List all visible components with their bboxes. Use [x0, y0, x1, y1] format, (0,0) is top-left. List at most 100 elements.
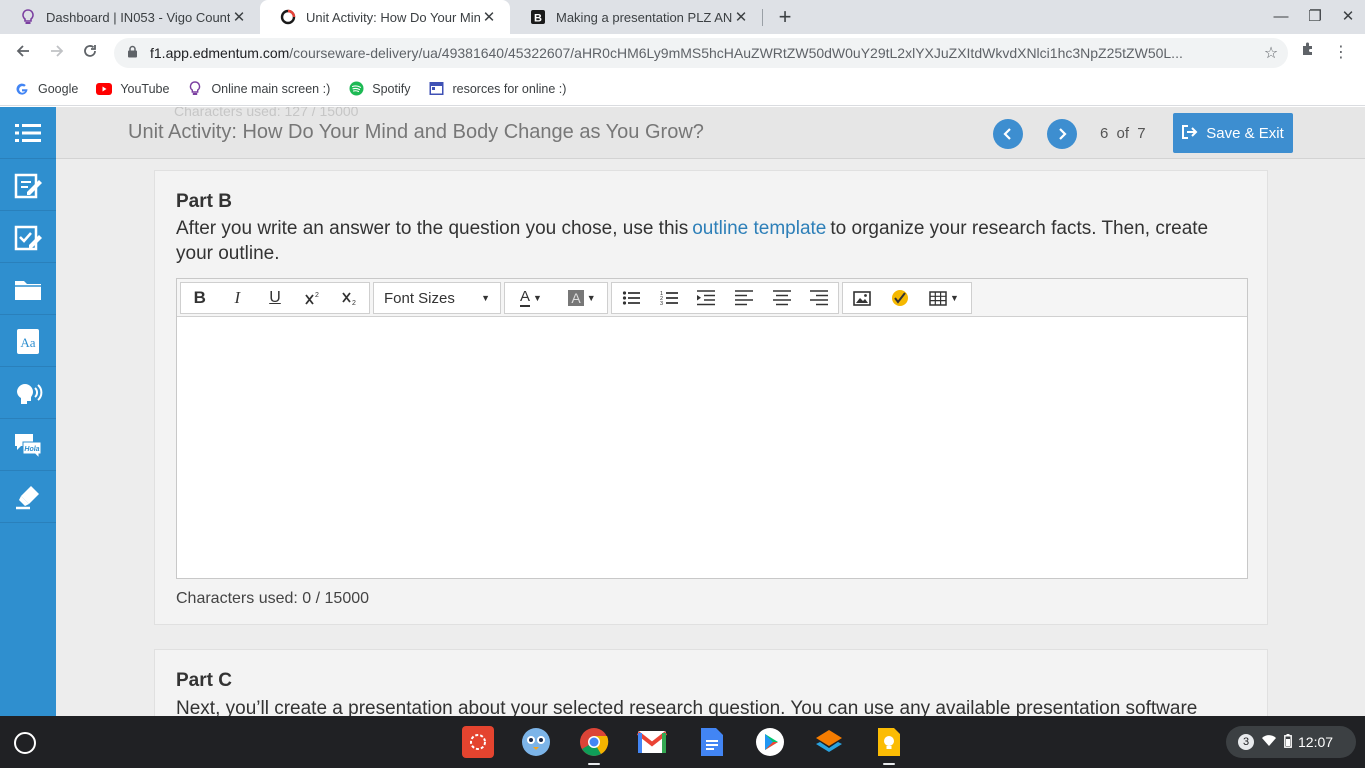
- next-button[interactable]: [1047, 119, 1077, 149]
- gmail-app-icon[interactable]: [636, 726, 668, 758]
- os-shelf: 3 12:07: [0, 716, 1365, 768]
- window-close-icon[interactable]: ✕: [1337, 6, 1359, 28]
- save-exit-button[interactable]: Save & Exit: [1173, 113, 1293, 153]
- launcher-icon[interactable]: [14, 732, 36, 754]
- close-icon[interactable]: ✕: [732, 8, 750, 26]
- align-right-button[interactable]: [800, 283, 838, 313]
- tab-brainly[interactable]: B Making a presentation PLZ ANSWER ✕: [510, 0, 762, 34]
- tab-strip: Dashboard | IN053 - Vigo County ✕ Unit A…: [0, 0, 1365, 34]
- canvas-app-icon[interactable]: [462, 726, 494, 758]
- keep-app-icon[interactable]: [873, 726, 905, 765]
- equation-editor-button[interactable]: [881, 283, 919, 313]
- bookmark-label: resorces for online :): [452, 81, 567, 96]
- page-of: of: [1116, 125, 1130, 142]
- svg-text:3: 3: [660, 301, 663, 306]
- bookmark-google[interactable]: Google: [14, 81, 78, 97]
- checklist-icon[interactable]: [0, 211, 56, 263]
- numbered-list-button[interactable]: 123: [650, 283, 688, 313]
- extensions-icon[interactable]: [1295, 40, 1321, 66]
- bullet-list-icon: [622, 291, 640, 305]
- equation-icon: [892, 290, 908, 306]
- svg-text:Hola: Hola: [24, 446, 39, 453]
- previous-button[interactable]: [993, 119, 1023, 149]
- restore-icon[interactable]: ❐: [1304, 6, 1326, 28]
- indent-icon: [697, 290, 716, 306]
- svg-text:B: B: [534, 13, 542, 25]
- back-icon[interactable]: [10, 40, 36, 66]
- paragraph-group: 123: [611, 282, 839, 314]
- tab-unit-activity[interactable]: Unit Activity: How Do Your Mind and Body…: [260, 0, 510, 34]
- superscript-button[interactable]: 2: [294, 283, 332, 313]
- url-host: f1.app.edmentum.com: [150, 45, 290, 61]
- svg-text:2: 2: [315, 292, 319, 299]
- dictionary-icon[interactable]: Aa: [0, 315, 56, 367]
- bold-button[interactable]: B: [181, 283, 219, 313]
- insert-group: ▼: [842, 282, 972, 314]
- page-current: 6: [1100, 125, 1109, 142]
- underline-button[interactable]: U: [256, 283, 294, 313]
- align-center-icon: [772, 290, 791, 306]
- numbered-list-icon: 123: [660, 291, 678, 306]
- subscript-button[interactable]: 2: [331, 283, 369, 313]
- tab-title: Unit Activity: How Do Your Mind and Body…: [306, 9, 480, 25]
- bulb-icon: [187, 81, 203, 97]
- duo-app-icon[interactable]: [520, 726, 552, 758]
- align-center-button[interactable]: [763, 283, 801, 313]
- folder-icon[interactable]: [0, 263, 56, 315]
- edit-notes-icon[interactable]: [0, 159, 56, 211]
- play-store-app-icon[interactable]: [754, 726, 786, 758]
- italic-button[interactable]: I: [219, 283, 257, 313]
- forward-icon[interactable]: [44, 40, 70, 66]
- bookmark-label: YouTube: [120, 81, 170, 96]
- text-color-button[interactable]: A ▼: [505, 283, 557, 313]
- reload-icon[interactable]: [77, 40, 103, 66]
- bookmark-online-main-screen[interactable]: Online main screen :): [187, 81, 330, 97]
- lock-icon[interactable]: [114, 45, 150, 61]
- address-bar[interactable]: f1.app.edmentum.com/courseware-delivery/…: [114, 38, 1288, 68]
- chrome-app-icon[interactable]: [578, 726, 610, 765]
- close-icon[interactable]: ✕: [230, 8, 248, 26]
- wifi-icon: [1262, 734, 1276, 750]
- star-icon[interactable]: ☆: [1254, 43, 1288, 63]
- indent-button[interactable]: [687, 283, 725, 313]
- translate-icon[interactable]: Hola: [0, 419, 56, 471]
- align-left-button[interactable]: [725, 283, 763, 313]
- close-icon[interactable]: ✕: [480, 8, 498, 26]
- new-tab-button[interactable]: +: [772, 4, 798, 30]
- layers-app-icon[interactable]: [813, 726, 845, 758]
- font-sizes-dropdown[interactable]: Font Sizes ▼: [373, 282, 501, 314]
- tab-dashboard[interactable]: Dashboard | IN053 - Vigo County ✕: [0, 0, 260, 34]
- tab-title: Making a presentation PLZ ANSWER: [556, 9, 732, 25]
- battery-icon: [1284, 733, 1292, 751]
- part-b-title: Part B: [176, 191, 232, 212]
- docs-app-icon[interactable]: [696, 726, 728, 758]
- clock: 12:07: [1298, 734, 1334, 750]
- insert-table-button[interactable]: ▼: [919, 283, 969, 313]
- bookmark-youtube[interactable]: YouTube: [96, 81, 169, 97]
- bookmark-spotify[interactable]: Spotify: [348, 81, 410, 97]
- tab-separator: [762, 9, 763, 26]
- highlighter-icon[interactable]: [0, 471, 56, 523]
- outline-template-link[interactable]: outline template: [688, 218, 830, 239]
- insert-image-button[interactable]: [843, 283, 881, 313]
- rich-text-editor: B I U 2 2 Font Sizes ▼ A ▼ A ▼ 1 2 3 ▼: [176, 278, 1248, 579]
- page-title: Unit Activity: How Do Your Mind and Body…: [128, 121, 704, 143]
- menu-icon[interactable]: ⋮: [1328, 40, 1354, 66]
- google-icon: [14, 81, 30, 97]
- status-tray[interactable]: 3 12:07: [1226, 726, 1356, 758]
- background-color-button[interactable]: A ▼: [557, 283, 607, 313]
- background-color-icon: A: [568, 290, 584, 306]
- font-sizes-select[interactable]: Font Sizes ▼: [374, 283, 500, 313]
- minimize-icon[interactable]: —: [1270, 6, 1292, 28]
- save-exit-label: Save & Exit: [1206, 124, 1284, 142]
- bookmark-resources[interactable]: resorces for online :): [428, 81, 566, 97]
- bullet-list-button[interactable]: [612, 283, 650, 313]
- image-icon: [853, 290, 871, 306]
- text-to-speech-icon[interactable]: [0, 367, 56, 419]
- list-icon[interactable]: [0, 107, 56, 159]
- tab-title: Dashboard | IN053 - Vigo County: [46, 9, 230, 25]
- outline-editor-input[interactable]: [177, 317, 1247, 578]
- caret-down-icon: ▼: [950, 293, 959, 303]
- faded-character-count: Characters used: 127 / 15000: [174, 107, 359, 119]
- bookmark-label: Google: [38, 81, 79, 96]
